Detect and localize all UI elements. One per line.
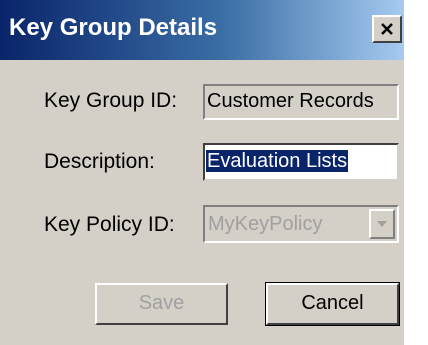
key-policy-id-label: Key Policy ID: (44, 213, 175, 236)
key-group-id-label: Key Group ID: (44, 89, 178, 112)
key-group-details-dialog: Key Group Details Key Group ID: Customer… (0, 0, 428, 345)
chevron-down-icon (377, 221, 387, 227)
key-group-id-value: Customer Records (207, 90, 374, 112)
description-input[interactable]: Evaluation Lists (203, 143, 399, 181)
close-icon (381, 23, 393, 35)
key-policy-id-selected: MyKeyPolicy (208, 213, 323, 235)
title-bar[interactable]: Key Group Details (0, 0, 404, 60)
key-policy-dropdown-button[interactable] (369, 209, 395, 239)
close-button[interactable] (372, 15, 402, 43)
background-strip (404, 0, 428, 345)
description-label: Description: (44, 150, 155, 173)
dialog-title: Key Group Details (9, 14, 218, 41)
description-value: Evaluation Lists (206, 150, 349, 172)
key-policy-id-select[interactable]: MyKeyPolicy (203, 205, 399, 243)
cancel-button[interactable]: Cancel (265, 282, 400, 326)
key-group-id-field: Customer Records (203, 84, 399, 120)
save-button[interactable]: Save (95, 283, 228, 325)
